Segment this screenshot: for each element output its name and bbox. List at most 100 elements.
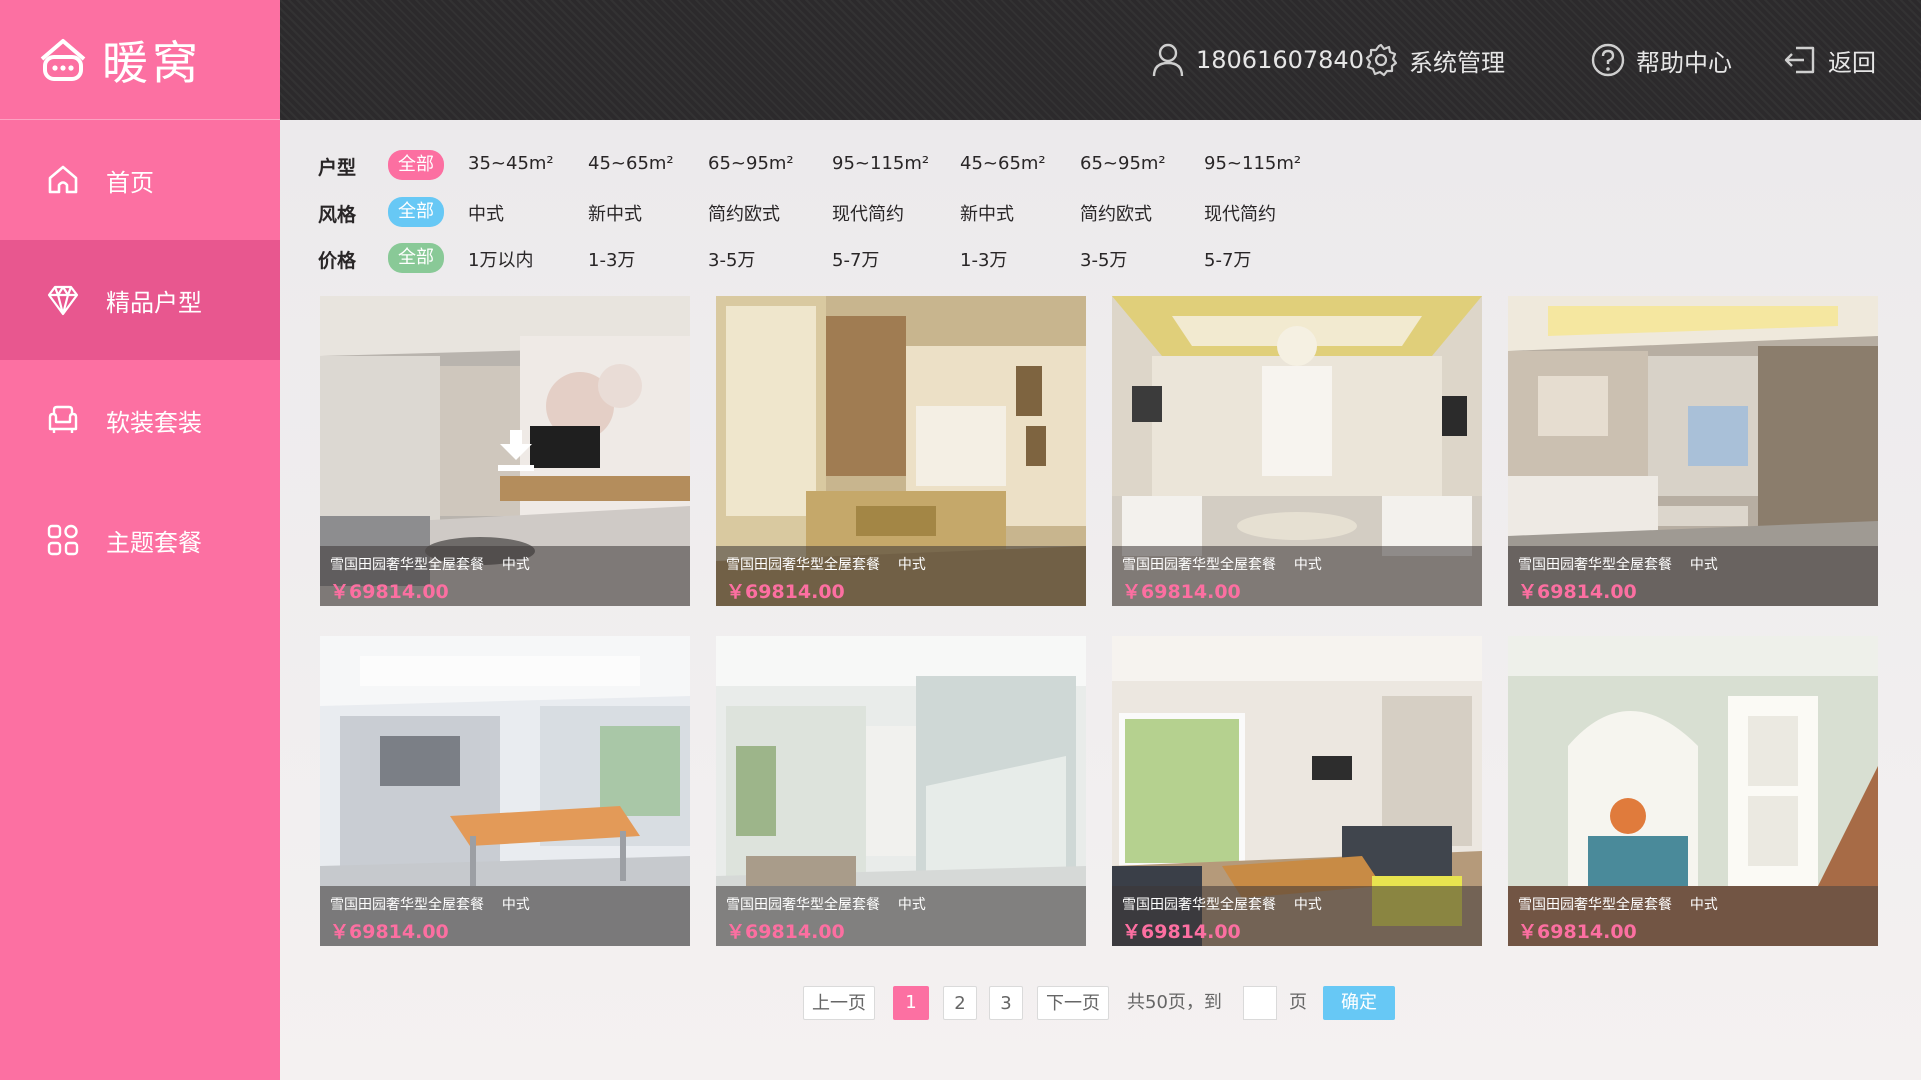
filter-option[interactable]: 中式 [468, 200, 504, 226]
filter-option[interactable]: 5-7万 [1204, 246, 1251, 272]
filter-all-style[interactable]: 全部 [388, 197, 444, 227]
filter-option[interactable]: 95~115m² [832, 153, 929, 174]
user-icon [1152, 43, 1184, 77]
card-caption: 雪国田园奢华型全屋套餐 中式 ￥69814.00 [1508, 886, 1878, 946]
card-caption: 雪国田园奢华型全屋套餐 中式 ￥69814.00 [716, 546, 1086, 606]
logo[interactable]: 暖窝 [0, 0, 280, 120]
card-price: ￥69814.00 [726, 581, 845, 603]
sidebar-item-featured-layouts[interactable]: 精品户型 [0, 240, 280, 360]
filter-option[interactable]: 简约欧式 [1080, 200, 1152, 226]
card-name: 雪国田园奢华型全屋套餐 中式 [330, 897, 530, 913]
sidebar-item-label: 首页 [106, 168, 154, 197]
sidebar-item-theme-packages[interactable]: 主题套餐 [0, 480, 280, 600]
main-content: 户型 全部 35~45m² 45~65m² 65~95m² 95~115m² 4… [280, 120, 1921, 1080]
product-card[interactable]: 雪国田园奢华型全屋套餐 中式 ￥69814.00 [1112, 296, 1482, 606]
filter-label: 户型 [318, 157, 357, 179]
filter-all-layout[interactable]: 全部 [388, 150, 444, 180]
card-price: ￥69814.00 [1518, 581, 1637, 603]
filter-row-layout: 户型 全部 35~45m² 45~65m² 65~95m² 95~115m² 4… [318, 147, 1318, 183]
filter-option[interactable]: 新中式 [588, 200, 642, 226]
page-3-button[interactable]: 3 [989, 986, 1023, 1020]
logo-text: 暖窝 [102, 35, 202, 90]
top-bar: 18061607840 系统管理 帮助中心 返回 [280, 0, 1921, 120]
card-caption: 雪国田园奢华型全屋套餐 中式 ￥69814.00 [320, 546, 690, 606]
card-name: 雪国田园奢华型全屋套餐 中式 [1518, 897, 1718, 913]
home-icon [48, 165, 78, 194]
filter-option[interactable]: 95~115m² [1204, 153, 1301, 174]
filter-row-style: 风格 全部 中式 新中式 简约欧式 现代简约 新中式 简约欧式 现代简约 [318, 194, 1318, 230]
diamond-icon [47, 285, 79, 316]
system-management-button[interactable]: 系统管理 [1363, 38, 1505, 82]
card-name: 雪国田园奢华型全屋套餐 中式 [1122, 557, 1322, 573]
filter-option[interactable]: 65~95m² [708, 153, 794, 174]
gear-icon [1365, 43, 1398, 77]
sidebar-item-soft-furnishing[interactable]: 软装套装 [0, 360, 280, 480]
filter-option[interactable]: 35~45m² [468, 153, 554, 174]
card-name: 雪国田园奢华型全屋套餐 中式 [1122, 897, 1322, 913]
sidebar: 暖窝 首页 精品户型 软装套装 主题套餐 [0, 0, 280, 1080]
card-caption: 雪国田园奢华型全屋套餐 中式 ￥69814.00 [1508, 546, 1878, 606]
filter-option[interactable]: 1-3万 [960, 246, 1007, 272]
next-page-button[interactable]: 下一页 [1037, 986, 1109, 1020]
card-name: 雪国田园奢华型全屋套餐 中式 [726, 557, 926, 573]
page-unit-text: 页 [1289, 992, 1307, 1013]
sidebar-item-label: 软装套装 [106, 408, 202, 437]
user-account[interactable]: 18061607840 [1150, 38, 1364, 82]
card-caption: 雪国田园奢华型全屋套餐 中式 ￥69814.00 [320, 886, 690, 946]
product-card[interactable]: 雪国田园奢华型全屋套餐 中式 ￥69814.00 [716, 296, 1086, 606]
help-center-button[interactable]: 帮助中心 [1590, 38, 1732, 82]
filter-option[interactable]: 现代简约 [832, 200, 904, 226]
card-name: 雪国田园奢华型全屋套餐 中式 [1518, 557, 1718, 573]
total-pages-text: 共50页，到 [1127, 992, 1222, 1013]
card-price: ￥69814.00 [1122, 921, 1241, 943]
exit-icon [1784, 46, 1815, 74]
card-name: 雪国田园奢华型全屋套餐 中式 [330, 557, 530, 573]
filter-option[interactable]: 1万以内 [468, 246, 533, 272]
sofa-icon [48, 405, 78, 433]
back-label: 返回 [1828, 48, 1876, 77]
filter-option[interactable]: 新中式 [960, 200, 1014, 226]
product-card[interactable]: 雪国田园奢华型全屋套餐 中式 ￥69814.00 [1508, 636, 1878, 946]
card-caption: 雪国田园奢华型全屋套餐 中式 ￥69814.00 [1112, 886, 1482, 946]
card-caption: 雪国田园奢华型全屋套餐 中式 ￥69814.00 [716, 886, 1086, 946]
goto-page-input[interactable] [1243, 986, 1277, 1020]
filter-option[interactable]: 45~65m² [588, 153, 674, 174]
filter-option[interactable]: 45~65m² [960, 153, 1046, 174]
card-price: ￥69814.00 [1122, 581, 1241, 603]
page-2-button[interactable]: 2 [943, 986, 977, 1020]
filter-label: 价格 [318, 250, 357, 272]
house-chat-logo-icon [40, 38, 86, 81]
product-card[interactable]: 雪国田园奢华型全屋套餐 中式 ￥69814.00 [1112, 636, 1482, 946]
sidebar-item-label: 主题套餐 [106, 528, 202, 557]
product-card[interactable]: 雪国田园奢华型全屋套餐 中式 ￥69814.00 [716, 636, 1086, 946]
user-phone: 18061607840 [1196, 46, 1364, 74]
filter-label: 风格 [318, 204, 357, 226]
filter-option[interactable]: 3-5万 [1080, 246, 1127, 272]
filter-row-price: 价格 全部 1万以内 1-3万 3-5万 5-7万 1-3万 3-5万 5-7万 [318, 240, 1318, 276]
product-card[interactable]: 雪国田园奢华型全屋套餐 中式 ￥69814.00 [1508, 296, 1878, 606]
filter-option[interactable]: 1-3万 [588, 246, 635, 272]
help-center-label: 帮助中心 [1636, 48, 1732, 77]
card-name: 雪国田园奢华型全屋套餐 中式 [726, 897, 926, 913]
card-price: ￥69814.00 [1518, 921, 1637, 943]
card-caption: 雪国田园奢华型全屋套餐 中式 ￥69814.00 [1112, 546, 1482, 606]
help-icon [1591, 43, 1625, 77]
page-1-button[interactable]: 1 [893, 986, 929, 1020]
card-price: ￥69814.00 [726, 921, 845, 943]
confirm-button[interactable]: 确定 [1323, 986, 1395, 1020]
product-card[interactable]: 雪国田园奢华型全屋套餐 中式 ￥69814.00 [320, 296, 690, 606]
product-card[interactable]: 雪国田园奢华型全屋套餐 中式 ￥69814.00 [320, 636, 690, 946]
download-icon[interactable] [496, 428, 536, 472]
filter-option[interactable]: 简约欧式 [708, 200, 780, 226]
filter-option[interactable]: 3-5万 [708, 246, 755, 272]
filter-option[interactable]: 5-7万 [832, 246, 879, 272]
back-button[interactable]: 返回 [1782, 38, 1876, 82]
prev-page-button[interactable]: 上一页 [803, 986, 875, 1020]
sidebar-item-home[interactable]: 首页 [0, 120, 280, 240]
filter-option[interactable]: 65~95m² [1080, 153, 1166, 174]
filter-option[interactable]: 现代简约 [1204, 200, 1276, 226]
card-price: ￥69814.00 [330, 921, 449, 943]
grid-icon [47, 524, 79, 556]
card-price: ￥69814.00 [330, 581, 449, 603]
filter-all-price[interactable]: 全部 [388, 243, 444, 273]
